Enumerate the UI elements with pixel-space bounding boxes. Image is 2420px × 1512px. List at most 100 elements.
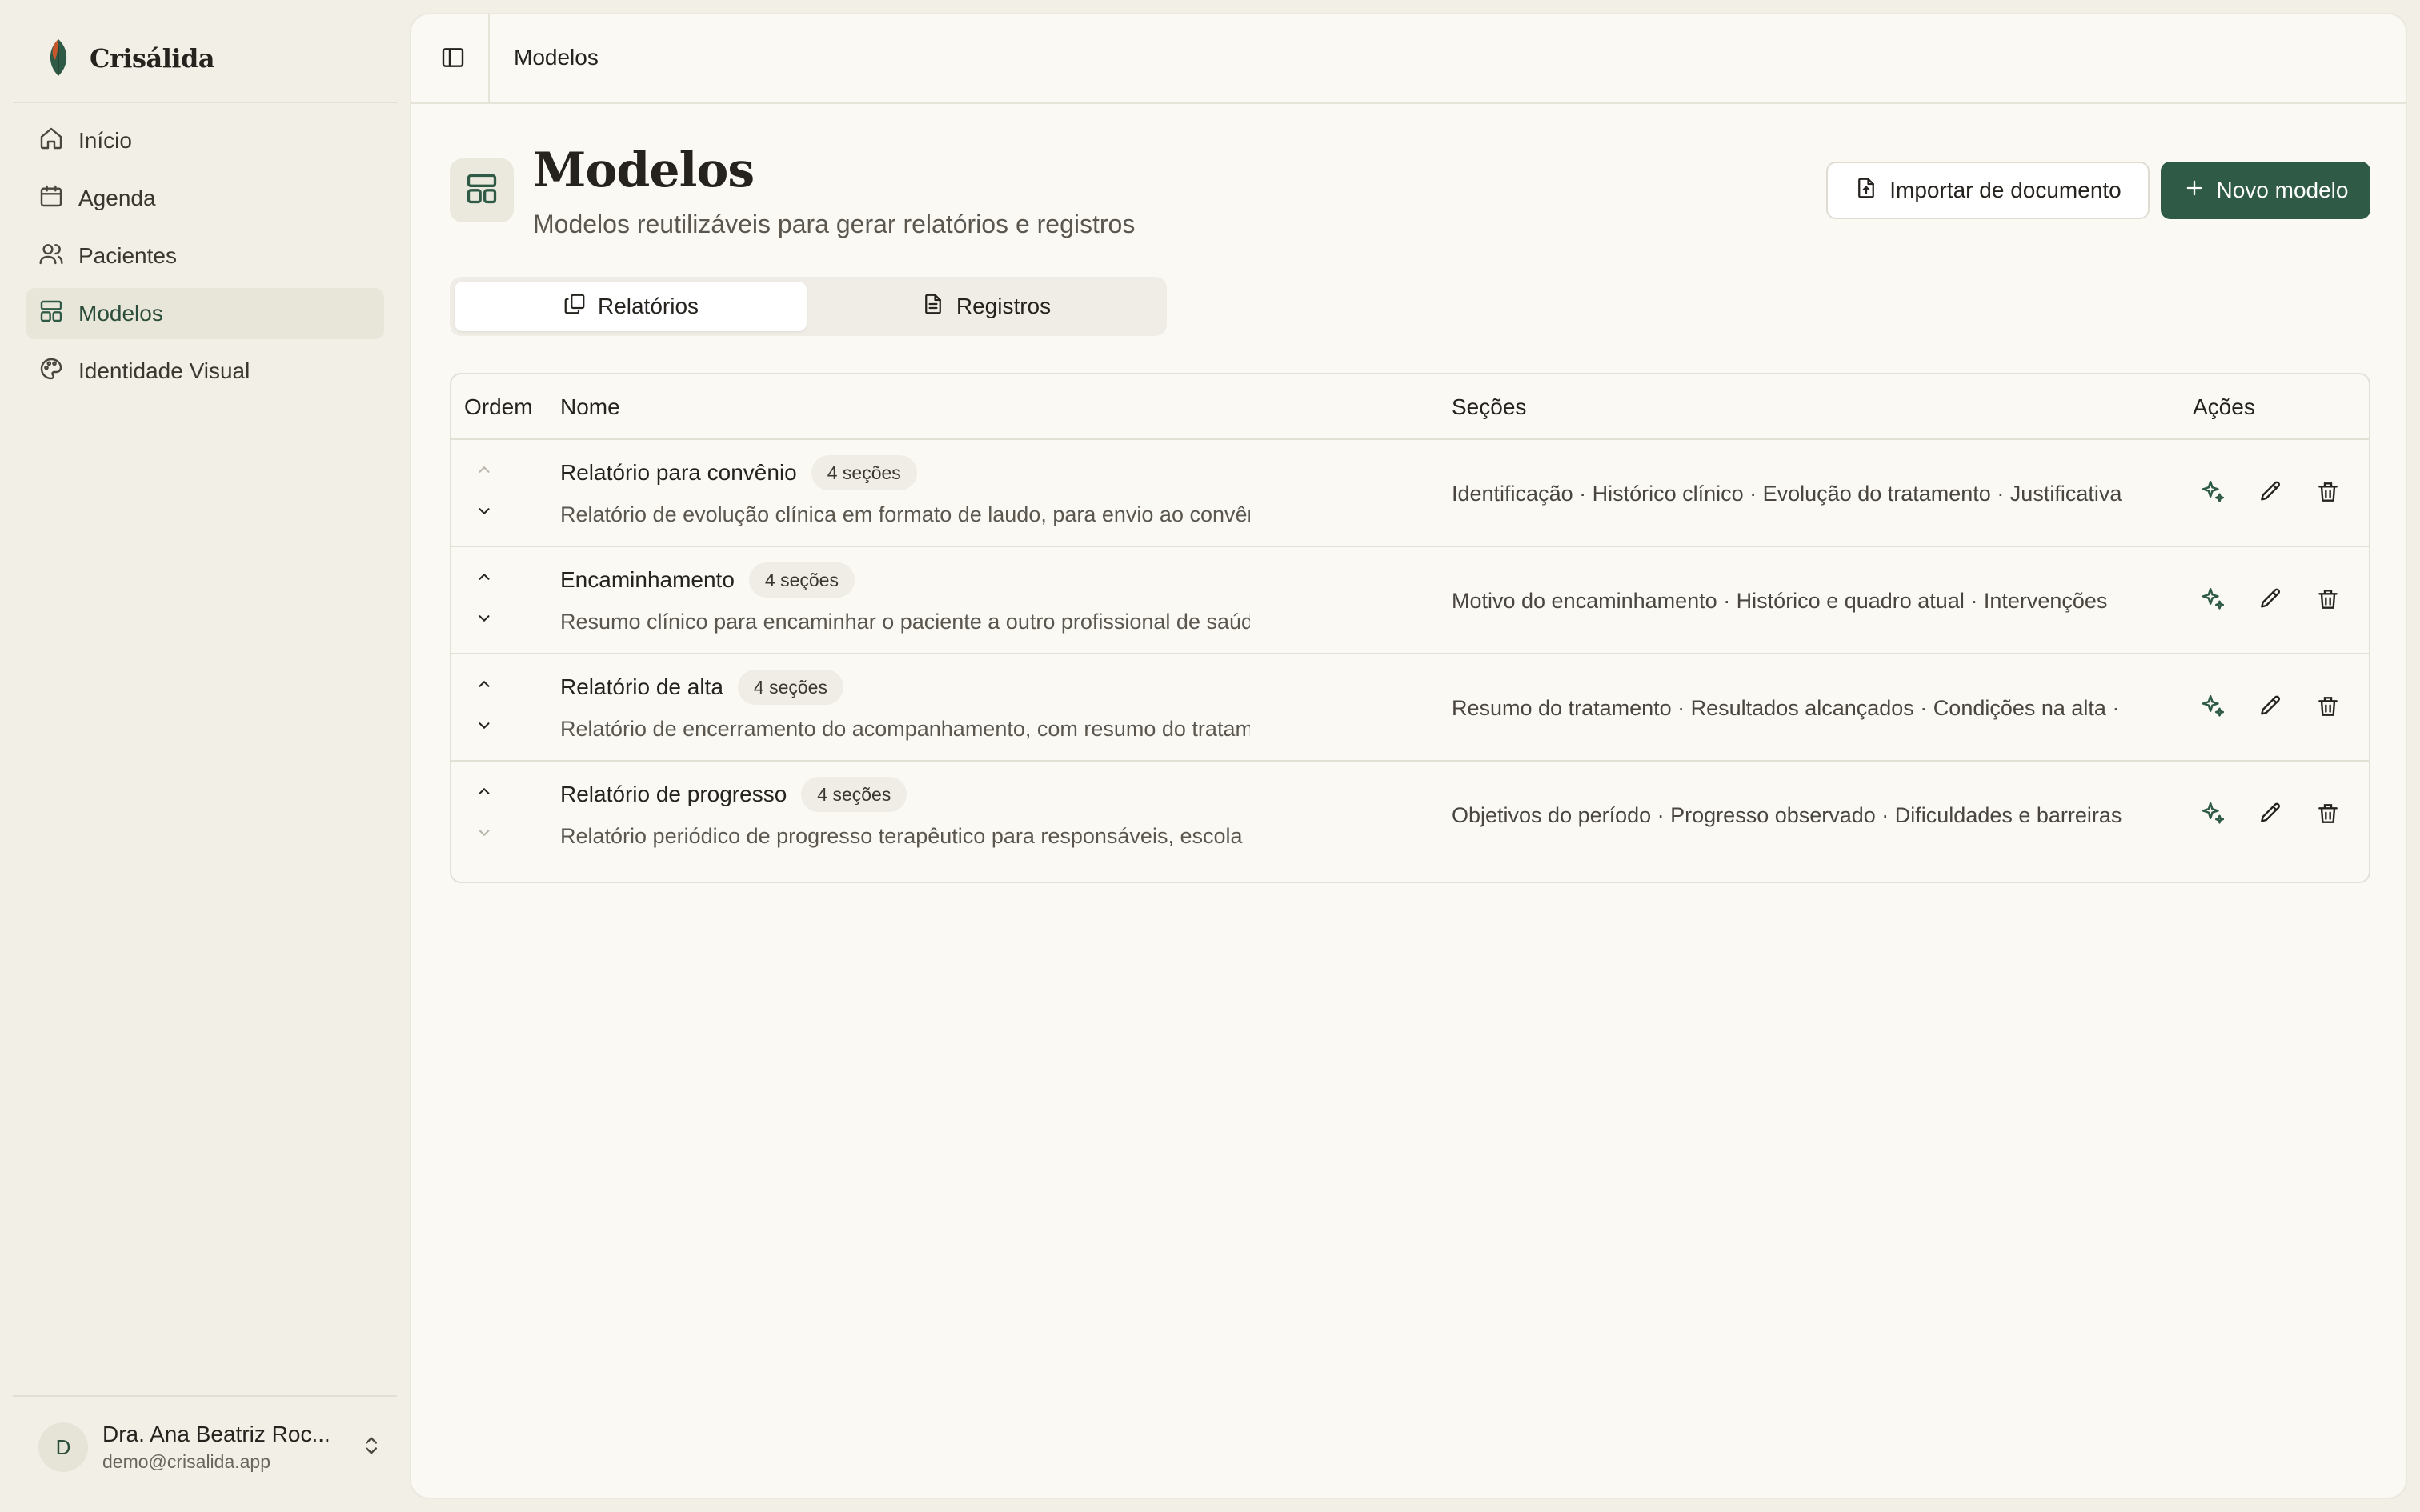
sidebar-item-identidade-visual[interactable]: Identidade Visual bbox=[26, 346, 384, 397]
plus-icon bbox=[2183, 177, 2206, 205]
delete-button[interactable] bbox=[2311, 477, 2345, 510]
delete-button[interactable] bbox=[2311, 798, 2345, 832]
trash-icon bbox=[2315, 586, 2341, 616]
delete-button[interactable] bbox=[2311, 584, 2345, 618]
sidebar-divider bbox=[13, 102, 397, 103]
user-email: demo@crisalida.app bbox=[102, 1451, 271, 1472]
sections-count-badge: 4 seções bbox=[801, 777, 908, 812]
sidebar-toggle-button[interactable] bbox=[437, 43, 469, 75]
topbar-divider bbox=[488, 14, 490, 104]
generate-ai-button[interactable] bbox=[2196, 584, 2230, 618]
edit-button[interactable] bbox=[2254, 584, 2287, 618]
table-row: Relatório para convênio 4 seções Relatór… bbox=[451, 440, 2369, 547]
sidebar-item-modelos[interactable]: Modelos bbox=[26, 288, 384, 339]
move-up-button[interactable] bbox=[471, 458, 498, 485]
pencil-icon bbox=[2258, 479, 2283, 509]
order-controls bbox=[471, 672, 498, 755]
sparkles-icon bbox=[2199, 478, 2226, 510]
breadcrumb: Modelos bbox=[514, 45, 599, 70]
sidebar-item-agenda[interactable]: Agenda bbox=[26, 173, 384, 224]
topbar: Modelos bbox=[411, 14, 2406, 104]
chevron-up-icon bbox=[475, 568, 493, 590]
move-down-button[interactable] bbox=[471, 606, 498, 634]
model-description: Relatório de evolução clínica em formato… bbox=[560, 502, 1250, 526]
model-name: Encaminhamento bbox=[560, 567, 735, 592]
model-type-tabs: Relatórios Registros bbox=[450, 277, 1167, 336]
order-controls bbox=[471, 565, 498, 648]
user-info: Dra. Ana Beatriz Roc... demo@crisalida.a… bbox=[102, 1420, 346, 1474]
model-description: Resumo clínico para encaminhar o pacient… bbox=[560, 610, 1250, 634]
tab-label: Relatórios bbox=[597, 294, 699, 318]
row-name-line: Encaminhamento 4 seções bbox=[560, 562, 855, 598]
users-icon bbox=[38, 241, 64, 272]
chevron-down-icon bbox=[475, 824, 493, 846]
chevron-up-icon bbox=[475, 461, 493, 482]
sidebar-item-label: Pacientes bbox=[78, 243, 177, 268]
row-actions bbox=[2196, 477, 2345, 510]
avatar: D bbox=[38, 1422, 88, 1472]
sidebar-item-pacientes[interactable]: Pacientes bbox=[26, 230, 384, 282]
home-icon bbox=[38, 126, 64, 157]
brand[interactable]: Crisálida bbox=[45, 32, 215, 85]
sidebar-item-inicio[interactable]: Início bbox=[26, 115, 384, 166]
tab-relatorios[interactable]: Relatórios bbox=[455, 282, 807, 331]
generate-ai-button[interactable] bbox=[2196, 798, 2230, 832]
brand-name: Crisálida bbox=[90, 43, 215, 74]
move-down-button[interactable] bbox=[471, 714, 498, 741]
user-menu[interactable]: D Dra. Ana Beatriz Roc... demo@crisalida… bbox=[38, 1421, 383, 1474]
chevron-down-icon bbox=[475, 610, 493, 631]
page-subtitle: Modelos reutilizáveis para gerar relatór… bbox=[533, 210, 1136, 238]
move-down-button[interactable] bbox=[471, 499, 498, 526]
move-up-button[interactable] bbox=[471, 779, 498, 806]
layout-icon bbox=[464, 171, 499, 210]
generate-ai-button[interactable] bbox=[2196, 477, 2230, 510]
main-panel: Modelos Modelos Modelos reutilizáveis pa… bbox=[410, 13, 2407, 1499]
sections-count-badge: 4 seções bbox=[748, 562, 855, 598]
column-header-sections: Seções bbox=[1452, 394, 1527, 419]
file-text-icon bbox=[921, 292, 945, 322]
move-up-button[interactable] bbox=[471, 565, 498, 592]
move-up-button[interactable] bbox=[471, 672, 498, 699]
pencil-icon bbox=[2258, 694, 2283, 723]
copy-files-icon bbox=[563, 292, 587, 322]
model-name: Relatório para convênio bbox=[560, 460, 797, 485]
sections-count-badge: 4 seções bbox=[811, 455, 917, 490]
sidebar-nav: Início Agenda Pacientes Modelos Identida… bbox=[26, 115, 384, 403]
file-upload-icon bbox=[1854, 176, 1878, 206]
model-description: Relatório periódico de progresso terapêu… bbox=[560, 824, 1243, 848]
sparkles-icon bbox=[2199, 800, 2226, 831]
order-controls bbox=[471, 779, 498, 862]
panel-left-icon bbox=[440, 45, 466, 74]
sparkles-icon bbox=[2199, 693, 2226, 724]
chevrons-up-down-icon bbox=[360, 1434, 383, 1461]
move-down-button[interactable] bbox=[471, 821, 498, 848]
import-document-label: Importar de documento bbox=[1889, 178, 2122, 202]
delete-button[interactable] bbox=[2311, 691, 2345, 725]
tab-label: Registros bbox=[956, 294, 1052, 318]
row-name-line: Relatório para convênio 4 seções bbox=[560, 454, 917, 491]
sidebar-item-label: Identidade Visual bbox=[78, 358, 250, 383]
table-row: Encaminhamento 4 seções Resumo clínico p… bbox=[451, 547, 2369, 654]
layout-icon bbox=[38, 298, 64, 330]
sidebar: Crisálida Início Agenda Pacientes Modelo… bbox=[0, 0, 410, 1512]
page-icon-tile bbox=[450, 158, 514, 222]
row-name-line: Relatório de alta 4 seções bbox=[560, 669, 843, 706]
edit-button[interactable] bbox=[2254, 691, 2287, 725]
pencil-icon bbox=[2258, 801, 2283, 830]
pencil-icon bbox=[2258, 586, 2283, 616]
table-row: Relatório de alta 4 seções Relatório de … bbox=[451, 654, 2369, 762]
row-actions bbox=[2196, 584, 2345, 618]
edit-button[interactable] bbox=[2254, 798, 2287, 832]
row-name-line: Relatório de progresso 4 seções bbox=[560, 776, 908, 813]
edit-button[interactable] bbox=[2254, 477, 2287, 510]
table-row: Relatório de progresso 4 seções Relatóri… bbox=[451, 762, 2369, 869]
new-model-label: Novo modelo bbox=[2216, 178, 2349, 202]
chevron-up-icon bbox=[475, 782, 493, 804]
tab-registros[interactable]: Registros bbox=[810, 282, 1162, 331]
generate-ai-button[interactable] bbox=[2196, 691, 2230, 725]
import-document-button[interactable]: Importar de documento bbox=[1826, 162, 2150, 219]
sidebar-item-label: Modelos bbox=[78, 301, 163, 326]
row-actions bbox=[2196, 798, 2345, 832]
new-model-button[interactable]: Novo modelo bbox=[2161, 162, 2370, 219]
column-header-actions: Ações bbox=[2193, 394, 2255, 419]
